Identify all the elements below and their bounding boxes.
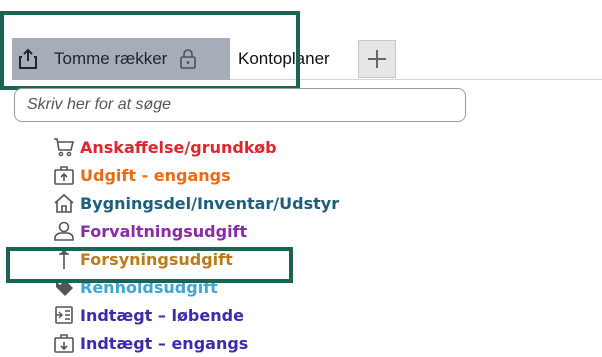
share-icon[interactable] <box>16 47 40 71</box>
list-item[interactable]: Forvaltningsudgift <box>52 217 339 245</box>
add-tab-button[interactable] <box>358 40 396 78</box>
list-in-icon <box>52 303 76 327</box>
category-list: Anskaffelse/grundkøb Udgift - engangs By… <box>52 133 339 357</box>
tap-icon <box>52 247 76 271</box>
person-icon <box>52 219 76 243</box>
list-item[interactable]: Indtægt – løbende <box>52 301 339 329</box>
item-label: Renholdsudgift <box>80 277 218 297</box>
item-label: Indtægt – engangs <box>80 333 249 353</box>
item-label: Forsyningsudgift <box>80 249 233 269</box>
tab-tomme-raekker[interactable]: Tomme rækker <box>12 38 230 80</box>
search-input[interactable] <box>14 88 466 122</box>
list-item[interactable]: Forsyningsudgift <box>52 245 339 273</box>
tab-label: Tomme rækker <box>54 49 168 68</box>
item-label: Bygningsdel/Inventar/Udstyr <box>80 193 340 213</box>
item-label: Forvaltningsudgift <box>80 221 248 241</box>
item-label: Udgift - engangs <box>80 165 231 185</box>
house-icon <box>52 191 76 215</box>
box-up-icon <box>52 163 76 187</box>
plus-icon <box>368 50 386 68</box>
tab-label: Kontoplaner <box>238 49 330 68</box>
tag-icon <box>52 275 76 299</box>
tab-bar: Tomme rækker Kontoplaner <box>0 38 602 80</box>
box-down-icon <box>52 331 76 355</box>
tab-kontoplaner[interactable]: Kontoplaner <box>230 38 355 80</box>
cart-icon <box>52 135 76 159</box>
item-label: Indtægt – løbende <box>80 305 244 325</box>
list-item[interactable]: Indtægt – engangs <box>52 329 339 357</box>
list-item[interactable]: Udgift - engangs <box>52 161 339 189</box>
list-item[interactable]: Anskaffelse/grundkøb <box>52 133 339 161</box>
list-item[interactable]: Bygningsdel/Inventar/Udstyr <box>52 189 339 217</box>
list-item[interactable]: Renholdsudgift <box>52 273 339 301</box>
tab-divider <box>230 79 602 80</box>
lock-icon <box>180 49 197 69</box>
item-label: Anskaffelse/grundkøb <box>80 137 277 157</box>
